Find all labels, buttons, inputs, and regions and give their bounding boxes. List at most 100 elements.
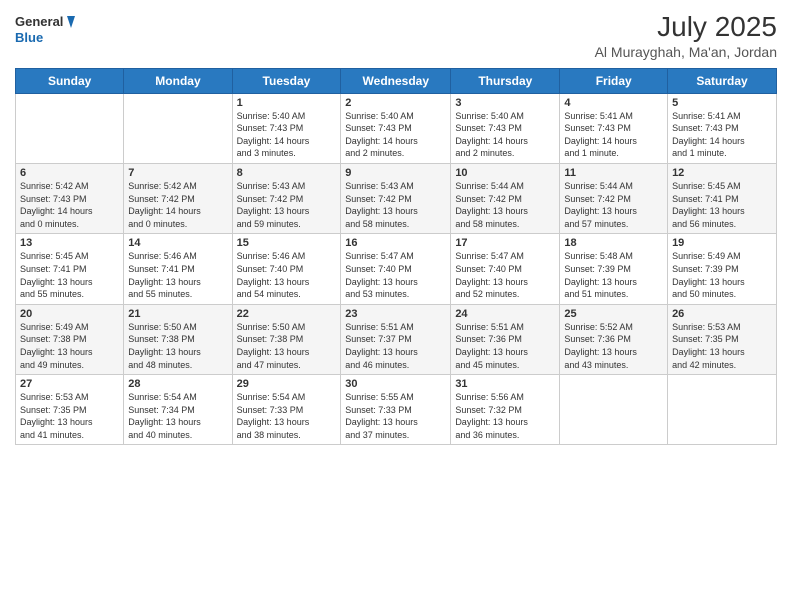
calendar-cell: 22Sunrise: 5:50 AM Sunset: 7:38 PM Dayli… <box>232 304 341 374</box>
weekday-header: Friday <box>560 68 668 93</box>
calendar-cell: 3Sunrise: 5:40 AM Sunset: 7:43 PM Daylig… <box>451 93 560 163</box>
weekday-header: Tuesday <box>232 68 341 93</box>
calendar-cell: 13Sunrise: 5:45 AM Sunset: 7:41 PM Dayli… <box>16 234 124 304</box>
calendar-cell: 11Sunrise: 5:44 AM Sunset: 7:42 PM Dayli… <box>560 163 668 233</box>
calendar-cell: 31Sunrise: 5:56 AM Sunset: 7:32 PM Dayli… <box>451 375 560 445</box>
sub-title: Al Murayghah, Ma'an, Jordan <box>595 44 777 60</box>
day-detail: Sunrise: 5:48 AM Sunset: 7:39 PM Dayligh… <box>564 250 663 300</box>
weekday-header: Monday <box>124 68 232 93</box>
day-detail: Sunrise: 5:54 AM Sunset: 7:33 PM Dayligh… <box>237 391 337 441</box>
day-detail: Sunrise: 5:46 AM Sunset: 7:40 PM Dayligh… <box>237 250 337 300</box>
calendar-cell: 28Sunrise: 5:54 AM Sunset: 7:34 PM Dayli… <box>124 375 232 445</box>
calendar-cell <box>16 93 124 163</box>
day-number: 14 <box>128 237 227 249</box>
calendar-cell: 29Sunrise: 5:54 AM Sunset: 7:33 PM Dayli… <box>232 375 341 445</box>
day-number: 1 <box>237 97 337 109</box>
day-number: 27 <box>20 378 119 390</box>
logo: General Blue <box>15 10 75 48</box>
calendar-cell: 5Sunrise: 5:41 AM Sunset: 7:43 PM Daylig… <box>668 93 777 163</box>
weekday-header: Saturday <box>668 68 777 93</box>
calendar-week-row: 6Sunrise: 5:42 AM Sunset: 7:43 PM Daylig… <box>16 163 777 233</box>
calendar-cell <box>124 93 232 163</box>
day-detail: Sunrise: 5:44 AM Sunset: 7:42 PM Dayligh… <box>564 180 663 230</box>
day-number: 13 <box>20 237 119 249</box>
day-detail: Sunrise: 5:41 AM Sunset: 7:43 PM Dayligh… <box>564 110 663 160</box>
page: General Blue July 2025 Al Murayghah, Ma'… <box>0 0 792 612</box>
day-number: 28 <box>128 378 227 390</box>
main-title: July 2025 <box>595 10 777 44</box>
calendar-cell: 26Sunrise: 5:53 AM Sunset: 7:35 PM Dayli… <box>668 304 777 374</box>
day-number: 20 <box>20 308 119 320</box>
weekday-header: Wednesday <box>341 68 451 93</box>
day-detail: Sunrise: 5:50 AM Sunset: 7:38 PM Dayligh… <box>237 321 337 371</box>
day-number: 11 <box>564 167 663 179</box>
day-detail: Sunrise: 5:40 AM Sunset: 7:43 PM Dayligh… <box>345 110 446 160</box>
day-detail: Sunrise: 5:42 AM Sunset: 7:42 PM Dayligh… <box>128 180 227 230</box>
calendar-cell: 25Sunrise: 5:52 AM Sunset: 7:36 PM Dayli… <box>560 304 668 374</box>
day-number: 15 <box>237 237 337 249</box>
day-detail: Sunrise: 5:41 AM Sunset: 7:43 PM Dayligh… <box>672 110 772 160</box>
calendar-cell: 10Sunrise: 5:44 AM Sunset: 7:42 PM Dayli… <box>451 163 560 233</box>
day-number: 18 <box>564 237 663 249</box>
day-number: 10 <box>455 167 555 179</box>
day-detail: Sunrise: 5:54 AM Sunset: 7:34 PM Dayligh… <box>128 391 227 441</box>
calendar-week-row: 27Sunrise: 5:53 AM Sunset: 7:35 PM Dayli… <box>16 375 777 445</box>
day-number: 6 <box>20 167 119 179</box>
day-number: 19 <box>672 237 772 249</box>
calendar-cell: 1Sunrise: 5:40 AM Sunset: 7:43 PM Daylig… <box>232 93 341 163</box>
calendar-week-row: 13Sunrise: 5:45 AM Sunset: 7:41 PM Dayli… <box>16 234 777 304</box>
calendar-week-row: 1Sunrise: 5:40 AM Sunset: 7:43 PM Daylig… <box>16 93 777 163</box>
calendar-cell: 14Sunrise: 5:46 AM Sunset: 7:41 PM Dayli… <box>124 234 232 304</box>
calendar-cell: 9Sunrise: 5:43 AM Sunset: 7:42 PM Daylig… <box>341 163 451 233</box>
day-detail: Sunrise: 5:40 AM Sunset: 7:43 PM Dayligh… <box>237 110 337 160</box>
calendar-cell: 7Sunrise: 5:42 AM Sunset: 7:42 PM Daylig… <box>124 163 232 233</box>
day-number: 5 <box>672 97 772 109</box>
day-detail: Sunrise: 5:53 AM Sunset: 7:35 PM Dayligh… <box>20 391 119 441</box>
day-number: 7 <box>128 167 227 179</box>
day-number: 8 <box>237 167 337 179</box>
day-detail: Sunrise: 5:50 AM Sunset: 7:38 PM Dayligh… <box>128 321 227 371</box>
day-detail: Sunrise: 5:47 AM Sunset: 7:40 PM Dayligh… <box>345 250 446 300</box>
calendar-cell: 27Sunrise: 5:53 AM Sunset: 7:35 PM Dayli… <box>16 375 124 445</box>
day-number: 25 <box>564 308 663 320</box>
day-detail: Sunrise: 5:43 AM Sunset: 7:42 PM Dayligh… <box>237 180 337 230</box>
day-detail: Sunrise: 5:45 AM Sunset: 7:41 PM Dayligh… <box>20 250 119 300</box>
calendar-cell: 8Sunrise: 5:43 AM Sunset: 7:42 PM Daylig… <box>232 163 341 233</box>
title-block: July 2025 Al Murayghah, Ma'an, Jordan <box>595 10 777 60</box>
calendar-cell: 12Sunrise: 5:45 AM Sunset: 7:41 PM Dayli… <box>668 163 777 233</box>
weekday-header: Thursday <box>451 68 560 93</box>
calendar-week-row: 20Sunrise: 5:49 AM Sunset: 7:38 PM Dayli… <box>16 304 777 374</box>
calendar-cell: 16Sunrise: 5:47 AM Sunset: 7:40 PM Dayli… <box>341 234 451 304</box>
calendar-cell: 21Sunrise: 5:50 AM Sunset: 7:38 PM Dayli… <box>124 304 232 374</box>
day-detail: Sunrise: 5:47 AM Sunset: 7:40 PM Dayligh… <box>455 250 555 300</box>
day-detail: Sunrise: 5:44 AM Sunset: 7:42 PM Dayligh… <box>455 180 555 230</box>
day-number: 9 <box>345 167 446 179</box>
header: General Blue July 2025 Al Murayghah, Ma'… <box>15 10 777 60</box>
calendar-cell <box>560 375 668 445</box>
calendar-cell: 6Sunrise: 5:42 AM Sunset: 7:43 PM Daylig… <box>16 163 124 233</box>
day-number: 24 <box>455 308 555 320</box>
day-number: 16 <box>345 237 446 249</box>
logo-svg: General Blue <box>15 10 75 48</box>
calendar-cell: 4Sunrise: 5:41 AM Sunset: 7:43 PM Daylig… <box>560 93 668 163</box>
day-detail: Sunrise: 5:40 AM Sunset: 7:43 PM Dayligh… <box>455 110 555 160</box>
calendar-cell: 18Sunrise: 5:48 AM Sunset: 7:39 PM Dayli… <box>560 234 668 304</box>
calendar-cell: 19Sunrise: 5:49 AM Sunset: 7:39 PM Dayli… <box>668 234 777 304</box>
svg-text:Blue: Blue <box>15 30 43 45</box>
day-number: 22 <box>237 308 337 320</box>
day-number: 26 <box>672 308 772 320</box>
day-number: 4 <box>564 97 663 109</box>
day-detail: Sunrise: 5:42 AM Sunset: 7:43 PM Dayligh… <box>20 180 119 230</box>
day-detail: Sunrise: 5:46 AM Sunset: 7:41 PM Dayligh… <box>128 250 227 300</box>
day-number: 21 <box>128 308 227 320</box>
day-detail: Sunrise: 5:51 AM Sunset: 7:37 PM Dayligh… <box>345 321 446 371</box>
day-number: 30 <box>345 378 446 390</box>
day-detail: Sunrise: 5:52 AM Sunset: 7:36 PM Dayligh… <box>564 321 663 371</box>
day-number: 31 <box>455 378 555 390</box>
day-number: 17 <box>455 237 555 249</box>
day-number: 23 <box>345 308 446 320</box>
day-detail: Sunrise: 5:43 AM Sunset: 7:42 PM Dayligh… <box>345 180 446 230</box>
day-detail: Sunrise: 5:56 AM Sunset: 7:32 PM Dayligh… <box>455 391 555 441</box>
calendar-cell: 17Sunrise: 5:47 AM Sunset: 7:40 PM Dayli… <box>451 234 560 304</box>
day-number: 3 <box>455 97 555 109</box>
